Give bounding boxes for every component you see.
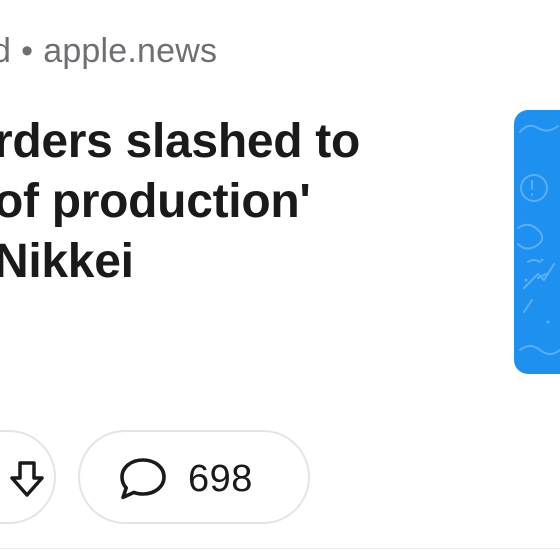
post-title-line: rders slashed to [0,115,361,168]
comments-button[interactable]: 698 [78,430,310,524]
post-title-line: of production' [0,175,311,228]
card-divider [0,548,560,549]
post-meta-prefix: d [0,32,12,70]
vote-button[interactable] [0,430,56,524]
downvote-arrow-icon [10,460,44,503]
comment-count: 698 [188,458,253,500]
comment-bubble-icon [118,456,168,507]
meta-separator: • [21,32,34,70]
post-thumbnail[interactable] [514,110,560,374]
post-domain-link[interactable]: apple.news [43,32,217,70]
post-title-line: Nikkei [0,235,134,288]
post-meta: d • apple.news [0,32,217,71]
post-title[interactable]: rders slashed to of production' Nikkei [0,112,494,292]
post-card[interactable]: d • apple.news rders slashed to of product… [0,0,560,560]
thumbnail-pattern [517,124,560,355]
